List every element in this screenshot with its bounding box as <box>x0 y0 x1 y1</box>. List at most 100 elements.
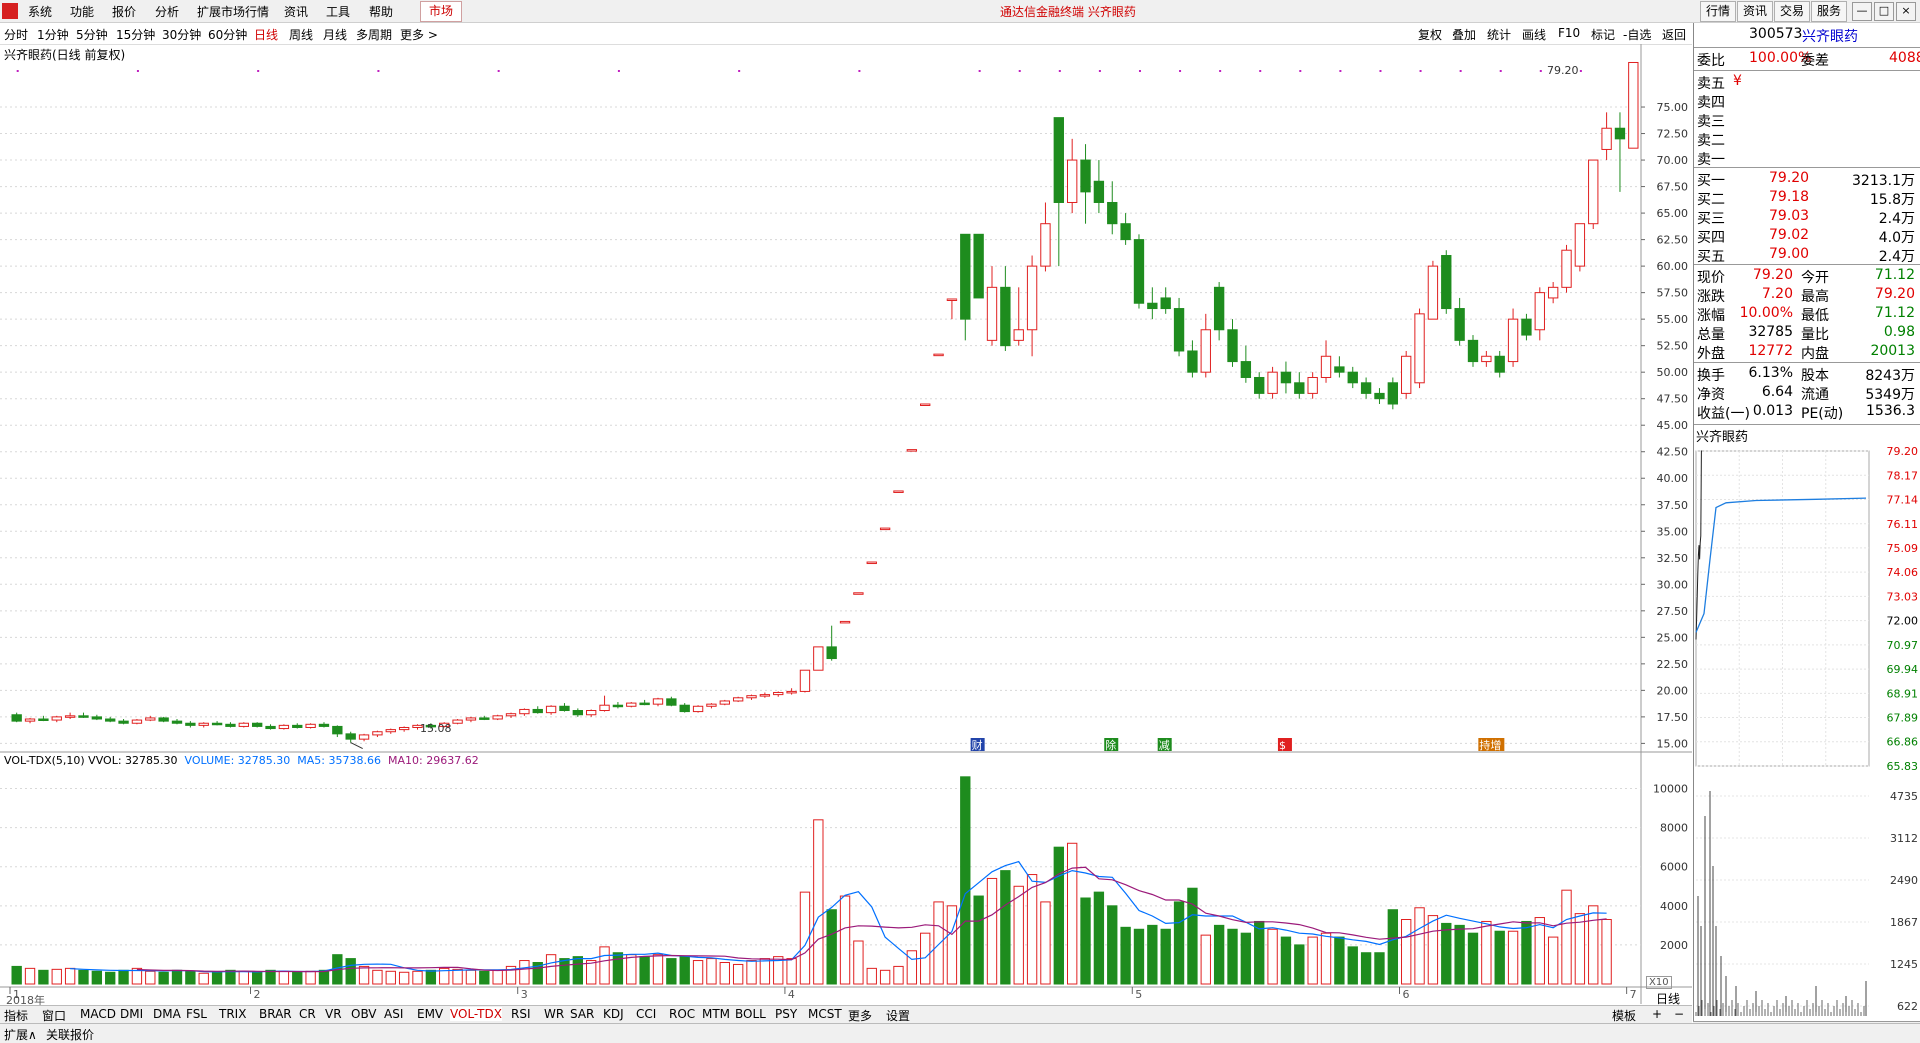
volume-bar[interactable] <box>906 950 918 985</box>
candle[interactable] <box>1013 287 1024 346</box>
candle[interactable] <box>1588 159 1599 229</box>
volume-bar[interactable] <box>719 962 730 985</box>
indicator-tab-8[interactable]: CR <box>299 1007 316 1021</box>
volume-bar[interactable] <box>960 776 971 985</box>
volume-bar[interactable] <box>1173 901 1185 985</box>
candle[interactable] <box>906 449 918 452</box>
period-more[interactable]: 更多 > <box>400 26 438 43</box>
indicator-tab-10[interactable]: OBV <box>351 1007 377 1021</box>
candle[interactable] <box>1387 377 1399 410</box>
volume-bar[interactable] <box>1026 874 1038 985</box>
volume-bar[interactable] <box>51 968 62 985</box>
candle[interactable] <box>211 721 223 726</box>
indicator-tab-9[interactable]: VR <box>325 1007 342 1021</box>
volume-bar[interactable] <box>853 940 864 985</box>
candle[interactable] <box>1133 234 1145 309</box>
news-button[interactable]: 资讯 <box>1737 1 1773 22</box>
candle[interactable] <box>746 694 757 700</box>
indicator-tab-22[interactable]: PSY <box>775 1007 797 1021</box>
candle[interactable] <box>519 708 530 716</box>
candle[interactable] <box>773 691 784 697</box>
tool-fuquan[interactable]: 复权 <box>1418 26 1442 43</box>
candle[interactable] <box>492 714 503 721</box>
indicator-tab-16[interactable]: SAR <box>570 1007 594 1021</box>
candle[interactable] <box>345 731 356 743</box>
candle[interactable] <box>158 716 169 723</box>
candle[interactable] <box>572 708 584 717</box>
menu-system[interactable]: 系统 <box>28 3 52 20</box>
candle[interactable] <box>131 719 143 725</box>
volume-bar[interactable] <box>452 968 463 985</box>
candle[interactable] <box>933 353 944 357</box>
volume-bar[interactable] <box>1561 889 1572 985</box>
period-60min[interactable]: 60分钟 <box>208 26 247 43</box>
volume-bar[interactable] <box>385 970 396 985</box>
indicator-tab-0[interactable]: 指标 <box>4 1007 28 1024</box>
volume-bar[interactable] <box>933 901 944 985</box>
volume-bar[interactable] <box>118 969 129 985</box>
volume-bar[interactable] <box>986 877 998 985</box>
candle[interactable] <box>853 592 864 595</box>
volume-bar[interactable] <box>586 960 597 985</box>
volume-bar[interactable] <box>1588 905 1599 985</box>
volume-bar[interactable] <box>38 969 49 985</box>
volume-bar[interactable] <box>1387 909 1399 985</box>
volume-bar[interactable] <box>626 954 637 985</box>
volume-bar[interactable] <box>265 969 276 985</box>
volume-bar[interactable] <box>185 970 196 985</box>
volume-bar[interactable] <box>1507 930 1519 985</box>
volume-bar[interactable] <box>599 946 610 985</box>
tool-overlay[interactable]: 叠加 <box>1452 26 1476 43</box>
volume-bar[interactable] <box>826 909 837 985</box>
candle[interactable] <box>1507 308 1519 367</box>
volume-bar[interactable] <box>251 971 263 985</box>
candle[interactable] <box>1267 366 1278 399</box>
candle[interactable] <box>1574 223 1586 272</box>
candle[interactable] <box>1053 117 1064 267</box>
volume-bar[interactable] <box>238 970 249 985</box>
candle[interactable] <box>292 723 303 729</box>
volume-bar[interactable] <box>105 971 116 985</box>
tool-mark[interactable]: 标记 <box>1591 26 1615 43</box>
volume-bar[interactable] <box>211 971 223 985</box>
volume-bar[interactable] <box>1534 917 1545 985</box>
volume-bar[interactable] <box>345 958 356 985</box>
period-monthly[interactable]: 月线 <box>323 26 347 43</box>
indicator-tab-1[interactable]: 窗口 <box>42 1007 66 1024</box>
candle[interactable] <box>185 721 196 728</box>
volume-bar[interactable] <box>78 969 89 985</box>
candle[interactable] <box>1160 287 1171 314</box>
volume-bar[interactable] <box>1066 842 1078 985</box>
candle[interactable] <box>465 716 477 723</box>
candle[interactable] <box>960 233 971 341</box>
volume-bar[interactable] <box>759 958 771 985</box>
candle[interactable] <box>1000 266 1011 351</box>
volume-bar[interactable] <box>465 969 477 985</box>
candle[interactable] <box>1227 319 1238 367</box>
candle[interactable] <box>813 646 824 671</box>
volume-bar[interactable] <box>1160 928 1171 985</box>
indicator-tab-19[interactable]: ROC <box>669 1007 695 1021</box>
menu-help[interactable]: 帮助 <box>369 3 393 20</box>
indicator-tab-12[interactable]: EMV <box>417 1007 443 1021</box>
candle[interactable] <box>706 703 717 709</box>
candle[interactable] <box>1347 366 1358 389</box>
candle[interactable] <box>1427 260 1439 320</box>
candle[interactable] <box>11 712 22 723</box>
volume-bar[interactable] <box>1401 919 1412 985</box>
candle[interactable] <box>1320 340 1332 383</box>
volume-bar[interactable] <box>946 905 958 985</box>
volume-bar[interactable] <box>639 956 650 985</box>
period-multi[interactable]: 多周期 <box>356 26 392 43</box>
candle[interactable] <box>1334 356 1345 378</box>
volume-bar[interactable] <box>1574 913 1586 985</box>
volume-bar[interactable] <box>572 956 584 985</box>
volume-bar[interactable] <box>1294 944 1305 985</box>
event-marker[interactable]: 财 <box>970 738 985 752</box>
volume-bar[interactable] <box>1120 926 1131 985</box>
candle[interactable] <box>759 692 771 698</box>
candle[interactable] <box>1066 138 1078 214</box>
volume-bar[interactable] <box>1040 901 1051 985</box>
candle[interactable] <box>1360 377 1372 399</box>
candle[interactable] <box>1521 313 1532 341</box>
